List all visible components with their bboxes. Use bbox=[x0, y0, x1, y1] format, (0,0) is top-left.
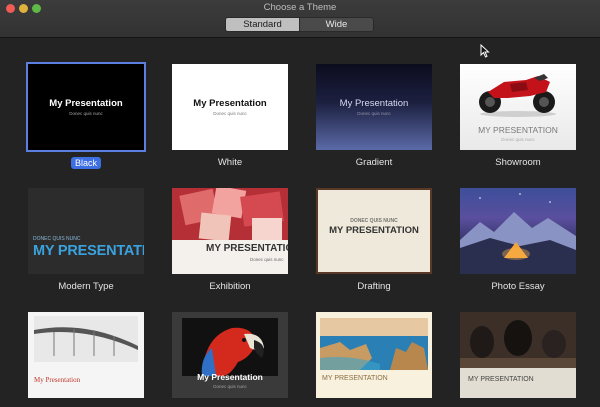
window-title: Choose a Theme bbox=[263, 2, 337, 13]
mountain-tent-image bbox=[460, 193, 576, 274]
exhibition-pattern bbox=[172, 188, 288, 240]
theme-thumbnail[interactable] bbox=[460, 188, 576, 274]
motorcycle-image bbox=[479, 74, 556, 117]
theme-thumbnail[interactable]: My Presentation Donec quis nunc bbox=[316, 64, 432, 150]
tab-wide[interactable]: Wide bbox=[299, 18, 373, 31]
bridge-image bbox=[34, 316, 138, 362]
theme-thumbnail[interactable]: My Presentation bbox=[28, 312, 144, 398]
tab-standard[interactable]: Standard bbox=[226, 18, 299, 31]
coast-image bbox=[320, 318, 428, 370]
theme-thumbnail[interactable]: My Presentation Donec quis nunc bbox=[172, 64, 288, 150]
parrot-image bbox=[182, 318, 278, 376]
theme-name: Exhibition bbox=[209, 281, 251, 292]
pottery-image bbox=[460, 312, 576, 368]
aspect-segmented-control: Standard Wide bbox=[225, 17, 374, 32]
theme-thumbnail[interactable]: DONEC QUIS NUNC MY PRESENTATION bbox=[316, 188, 432, 274]
theme-grid: My Presentation Donec quis nunc Black My… bbox=[0, 38, 600, 407]
theme-name: Black bbox=[71, 157, 101, 169]
theme-thumbnail[interactable]: MY PRESENTATION bbox=[460, 312, 576, 398]
title-bar: Choose a Theme Standard Wide bbox=[0, 0, 600, 38]
theme-name: Photo Essay bbox=[491, 281, 545, 292]
theme-thumbnail[interactable]: My Presentation Donec quis nunc bbox=[26, 62, 146, 152]
theme-thumbnail[interactable]: My Presentation Donec quis nunc bbox=[172, 312, 288, 398]
theme-thumbnail[interactable]: MY PRESENTATION bbox=[316, 312, 432, 398]
theme-name: Modern Type bbox=[58, 281, 114, 292]
theme-thumbnail[interactable]: MY PRESENTATION Donec quis nunc bbox=[172, 188, 288, 274]
theme-name: Showroom bbox=[495, 157, 541, 168]
theme-name: White bbox=[217, 157, 243, 168]
theme-name: Drafting bbox=[357, 281, 391, 292]
theme-thumbnail[interactable]: DONEC QUIS NUNC MY PRESENTATION bbox=[28, 188, 144, 274]
theme-thumbnail[interactable]: MY PRESENTATION Donec quis nunc bbox=[460, 64, 576, 150]
theme-name: Gradient bbox=[355, 157, 393, 168]
